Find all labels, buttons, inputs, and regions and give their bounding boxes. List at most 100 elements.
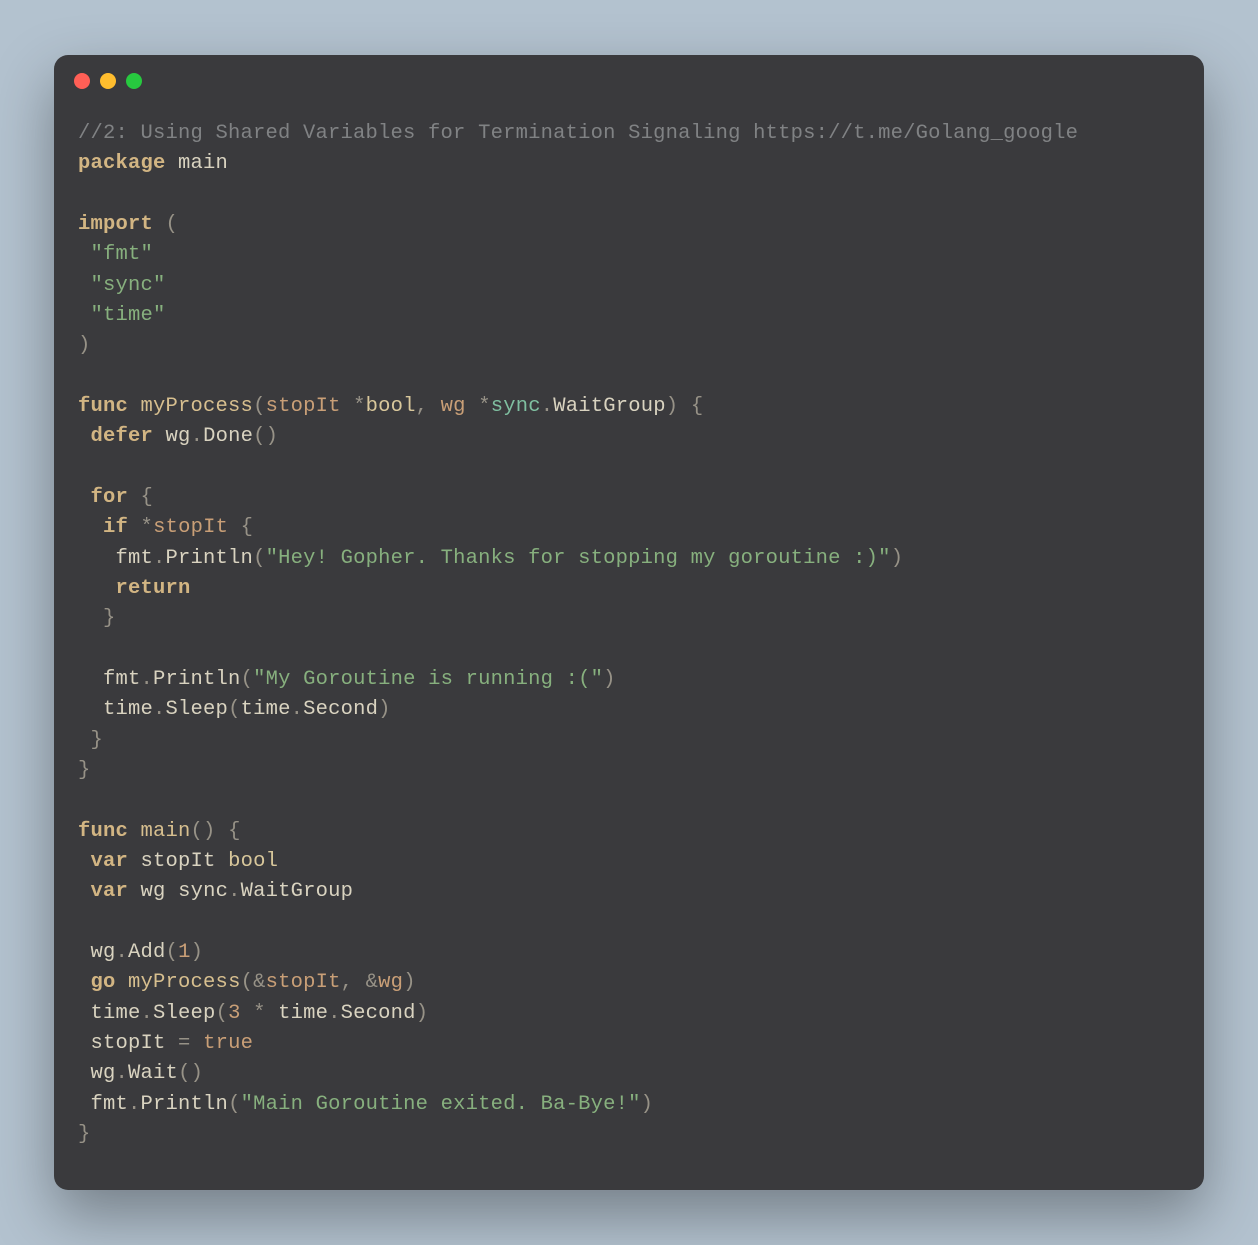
brace: } [78, 1123, 91, 1146]
package-name: main [178, 152, 228, 175]
ident-time: time [91, 1002, 141, 1025]
ident-stopit: stopIt [91, 1032, 166, 1055]
brace: { [691, 395, 704, 418]
dot: . [141, 1002, 154, 1025]
keyword-import: import [78, 213, 153, 236]
ident-wg: wg [141, 880, 166, 903]
comment-line: //2: Using Shared Variables for Terminat… [78, 122, 1078, 145]
star: * [353, 395, 366, 418]
field-second: Second [341, 1002, 416, 1025]
keyword-func: func [78, 395, 128, 418]
ident-wg: wg [378, 971, 403, 994]
dot: . [141, 668, 154, 691]
call: () [178, 1062, 203, 1085]
type-bool: bool [366, 395, 416, 418]
ident-time: time [278, 1002, 328, 1025]
close-icon[interactable] [74, 73, 90, 89]
dot: . [228, 880, 241, 903]
brace: { [228, 820, 241, 843]
ident-stopit: stopIt [153, 516, 228, 539]
ident-time: time [103, 698, 153, 721]
literal-true: true [203, 1032, 253, 1055]
paren: ( [241, 668, 254, 691]
brace: } [91, 729, 104, 752]
dot: . [153, 547, 166, 570]
string-literal: "Main Goroutine exited. Ba-Bye!" [241, 1093, 641, 1116]
keyword-var: var [91, 850, 129, 873]
amp: & [366, 971, 379, 994]
param-wg: wg [441, 395, 466, 418]
brace: } [78, 759, 91, 782]
call: () [191, 820, 216, 843]
brace: } [103, 607, 116, 630]
type-sync: sync [178, 880, 228, 903]
paren: ) [641, 1093, 654, 1116]
paren: ) [891, 547, 904, 570]
star: * [478, 395, 491, 418]
paren: ( [241, 971, 254, 994]
keyword-var: var [91, 880, 129, 903]
import-time: "time" [91, 304, 166, 327]
method-sleep: Sleep [166, 698, 229, 721]
keyword-defer: defer [91, 425, 154, 448]
paren: ( [216, 1002, 229, 1025]
paren: ) [378, 698, 391, 721]
type-sync: sync [491, 395, 541, 418]
paren: ) [191, 941, 204, 964]
keyword-go: go [91, 971, 116, 994]
func-main: main [141, 820, 191, 843]
keyword-for: for [91, 486, 129, 509]
dot: . [128, 1093, 141, 1116]
ident-fmt: fmt [116, 547, 154, 570]
paren: ) [666, 395, 679, 418]
call: () [253, 425, 278, 448]
paren: ( [253, 547, 266, 570]
paren: ) [603, 668, 616, 691]
method-println: Println [153, 668, 241, 691]
dot: . [116, 1062, 129, 1085]
window-titlebar [54, 55, 1204, 89]
import-sync: "sync" [91, 274, 166, 297]
paren: ( [253, 395, 266, 418]
string-literal: "My Goroutine is running :(" [253, 668, 603, 691]
dot: . [191, 425, 204, 448]
code-window: //2: Using Shared Variables for Terminat… [54, 55, 1204, 1190]
dot: . [541, 395, 554, 418]
method-add: Add [128, 941, 166, 964]
minimize-icon[interactable] [100, 73, 116, 89]
paren: ( [166, 213, 179, 236]
number: 3 [228, 1002, 241, 1025]
type-bool: bool [228, 850, 278, 873]
ident-stopit: stopIt [141, 850, 216, 873]
ident-fmt: fmt [103, 668, 141, 691]
type-waitgroup: WaitGroup [553, 395, 666, 418]
paren: ( [228, 1093, 241, 1116]
number: 1 [178, 941, 191, 964]
keyword-package: package [78, 152, 166, 175]
field-second: Second [303, 698, 378, 721]
star: * [141, 516, 154, 539]
method-done: Done [203, 425, 253, 448]
keyword-if: if [103, 516, 128, 539]
method-wait: Wait [128, 1062, 178, 1085]
import-fmt: "fmt" [91, 243, 154, 266]
dot: . [153, 698, 166, 721]
type-waitgroup: WaitGroup [241, 880, 354, 903]
code-area: //2: Using Shared Variables for Terminat… [54, 89, 1204, 1190]
comma: , [341, 971, 354, 994]
dot: . [116, 941, 129, 964]
func-name: myProcess [141, 395, 254, 418]
paren: ) [416, 1002, 429, 1025]
paren: ) [78, 334, 91, 357]
paren: ( [228, 698, 241, 721]
string-literal: "Hey! Gopher. Thanks for stopping my gor… [266, 547, 891, 570]
ident-fmt: fmt [91, 1093, 129, 1116]
method-sleep: Sleep [153, 1002, 216, 1025]
equals: = [178, 1032, 191, 1055]
maximize-icon[interactable] [126, 73, 142, 89]
ident-wg: wg [91, 941, 116, 964]
dot: . [328, 1002, 341, 1025]
paren: ) [403, 971, 416, 994]
method-println: Println [141, 1093, 229, 1116]
call-myprocess: myProcess [128, 971, 241, 994]
